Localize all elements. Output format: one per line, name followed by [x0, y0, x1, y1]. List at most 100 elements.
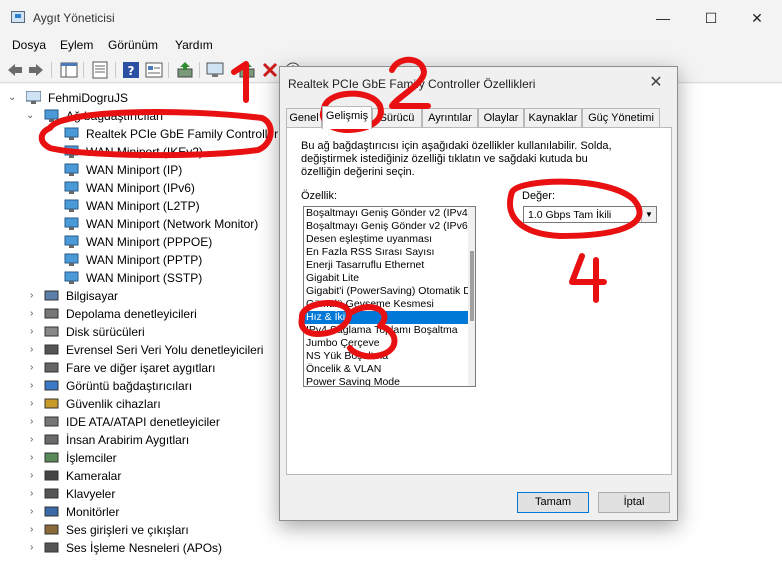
- toolbar-separator: [199, 62, 200, 78]
- chevron-right-icon[interactable]: ›: [30, 489, 40, 499]
- property-item[interactable]: Enerji Tasarruflu Ethernet: [304, 259, 470, 272]
- network-device-item[interactable]: WAN Miniport (Network Monitor): [46, 215, 286, 233]
- update-driver-icon[interactable]: [176, 61, 194, 79]
- chevron-right-icon[interactable]: ›: [30, 525, 40, 535]
- chevron-right-icon[interactable]: ›: [30, 291, 40, 301]
- chevron-down-icon[interactable]: ⌄: [8, 93, 18, 103]
- help-icon[interactable]: ?: [122, 61, 140, 79]
- chevron-right-icon[interactable]: ›: [30, 417, 40, 427]
- tree-category[interactable]: › Evrensel Seri Veri Yolu denetleyicileri: [26, 341, 276, 359]
- category-icon: [44, 398, 59, 409]
- network-adapter-icon: [64, 127, 79, 140]
- forward-arrow-icon[interactable]: [27, 61, 45, 79]
- property-scrollbar[interactable]: [468, 207, 475, 386]
- tree-category[interactable]: › Ses İşleme Nesneleri (APOs): [26, 539, 276, 557]
- tree-category[interactable]: › Bilgisayar: [26, 287, 276, 305]
- maximize-button[interactable]: ☐: [688, 6, 734, 30]
- chevron-right-icon[interactable]: ›: [30, 363, 40, 373]
- tab-guc-yonetimi[interactable]: Güç Yönetimi: [582, 108, 660, 128]
- tree-category[interactable]: › Görüntü bağdaştırıcıları: [26, 377, 276, 395]
- chevron-right-icon[interactable]: ›: [30, 327, 40, 337]
- dialog-close-button[interactable]: ✕: [641, 71, 671, 95]
- tree-category[interactable]: › Kameralar: [26, 467, 276, 485]
- chevron-right-icon[interactable]: ›: [30, 453, 40, 463]
- ok-button[interactable]: Tamam: [517, 492, 589, 513]
- tree-category[interactable]: › Disk sürücüleri: [26, 323, 276, 341]
- property-item[interactable]: Boşaltmayı Geniş Gönder v2 (IPv4): [304, 207, 470, 220]
- chevron-right-icon[interactable]: ›: [30, 399, 40, 409]
- category-icon: [44, 434, 59, 445]
- property-item[interactable]: IPv4 Sağlama Toplamı Boşaltma: [304, 324, 470, 337]
- chevron-right-icon[interactable]: ›: [30, 309, 40, 319]
- tree-category[interactable]: › Ses girişleri ve çıkışları: [26, 521, 276, 539]
- uninstall-device-icon[interactable]: [261, 61, 279, 79]
- tree-category[interactable]: › Güvenlik cihazları: [26, 395, 276, 413]
- back-arrow-icon[interactable]: [6, 61, 24, 79]
- property-item[interactable]: Gigabit'i (PowerSaving) Otomatik Devre D…: [304, 285, 470, 298]
- property-item[interactable]: Desen eşleştime uyanması: [304, 233, 470, 246]
- tree-category[interactable]: › Klavyeler: [26, 485, 276, 503]
- category-icon: [44, 452, 59, 463]
- chevron-right-icon[interactable]: ›: [30, 471, 40, 481]
- list-view-icon[interactable]: [145, 61, 163, 79]
- property-item[interactable]: Gigabit Lite: [304, 272, 470, 285]
- tab-surucu[interactable]: Sürücü: [372, 108, 422, 128]
- menu-gorunum[interactable]: Görünüm: [108, 38, 158, 52]
- minimize-button[interactable]: —: [640, 6, 686, 30]
- scrollbar-thumb[interactable]: [470, 251, 474, 321]
- tree-category[interactable]: › İnsan Arabirim Aygıtları: [26, 431, 276, 449]
- chevron-right-icon[interactable]: ›: [30, 435, 40, 445]
- property-item[interactable]: Boşaltmayı Geniş Gönder v2 (IPv6): [304, 220, 470, 233]
- menu-yardim[interactable]: Yardım: [175, 38, 213, 52]
- property-item[interactable]: Gömülü Gevşeme Kesmesi: [304, 298, 470, 311]
- chevron-right-icon[interactable]: ›: [30, 543, 40, 553]
- network-device-item[interactable]: WAN Miniport (IKEv2): [46, 143, 286, 161]
- menu-dosya[interactable]: Dosya: [12, 38, 46, 52]
- tab-kaynaklar[interactable]: Kaynaklar: [524, 108, 582, 128]
- network-device-label: WAN Miniport (SSTP): [86, 271, 203, 285]
- network-device-item[interactable]: Realtek PCIe GbE Family Controller: [46, 125, 286, 143]
- tab-olaylar[interactable]: Olaylar: [478, 108, 524, 128]
- chevron-right-icon[interactable]: ›: [30, 381, 40, 391]
- tab-ayrintilar[interactable]: Ayrıntılar: [422, 108, 478, 128]
- tab-genel[interactable]: Genel: [286, 108, 322, 128]
- category-icon: [44, 542, 59, 553]
- network-device-item[interactable]: WAN Miniport (PPPOE): [46, 233, 286, 251]
- close-button[interactable]: ✕: [734, 6, 780, 30]
- network-device-label: WAN Miniport (PPPOE): [86, 235, 213, 249]
- tree-category[interactable]: › Depolama denetleyicileri: [26, 305, 276, 323]
- category-icon: [44, 524, 59, 535]
- value-dropdown[interactable]: 1.0 Gbps Tam İkili ▼: [523, 206, 657, 223]
- tree-category[interactable]: › IDE ATA/ATAPI denetleyiciler: [26, 413, 276, 431]
- chevron-down-icon[interactable]: ⌄: [26, 111, 36, 121]
- property-item[interactable]: Jumbo Çerçeve: [304, 337, 470, 350]
- chevron-right-icon[interactable]: ›: [30, 345, 40, 355]
- property-item-selected[interactable]: Hız & İkili: [304, 311, 470, 324]
- tree-category[interactable]: › İşlemciler: [26, 449, 276, 467]
- property-item[interactable]: NS Yük Boşaltma: [304, 350, 470, 363]
- network-device-item[interactable]: WAN Miniport (IP): [46, 161, 286, 179]
- chevron-down-icon[interactable]: ▼: [641, 207, 656, 222]
- property-item[interactable]: Power Saving Mode: [304, 376, 470, 386]
- cancel-button[interactable]: İptal: [598, 492, 670, 513]
- network-device-item[interactable]: WAN Miniport (PPTP): [46, 251, 286, 269]
- show-hide-tree-icon[interactable]: [60, 61, 78, 79]
- tree-category[interactable]: › Monitörler: [26, 503, 276, 521]
- properties-icon[interactable]: [91, 61, 109, 79]
- network-adapter-icon: [44, 109, 59, 122]
- tree-category[interactable]: › Fare ve diğer işaret aygıtları: [26, 359, 276, 377]
- chevron-right-icon[interactable]: ›: [30, 507, 40, 517]
- tree-category-network[interactable]: ⌄ Ağ bağdaştırıcıları: [26, 107, 206, 125]
- property-item[interactable]: En Fazla RSS Sırası Sayısı: [304, 246, 470, 259]
- property-listbox[interactable]: Boşaltmayı Geniş Gönder v2 (IPv4) Boşaltm…: [303, 206, 476, 387]
- network-device-item[interactable]: WAN Miniport (SSTP): [46, 269, 286, 287]
- network-device-item[interactable]: WAN Miniport (L2TP): [46, 197, 286, 215]
- property-item[interactable]: Öncelik & VLAN: [304, 363, 470, 376]
- network-device-item[interactable]: WAN Miniport (IPv6): [46, 179, 286, 197]
- enable-device-icon[interactable]: [238, 61, 256, 79]
- tree-root[interactable]: ⌄ FehmiDogruJS: [8, 89, 148, 107]
- menu-eylem[interactable]: Eylem: [60, 38, 93, 52]
- scan-hardware-icon[interactable]: [206, 61, 224, 79]
- tree-category-label: Klavyeler: [66, 487, 116, 501]
- tab-gelismis[interactable]: Gelişmiş: [322, 106, 372, 129]
